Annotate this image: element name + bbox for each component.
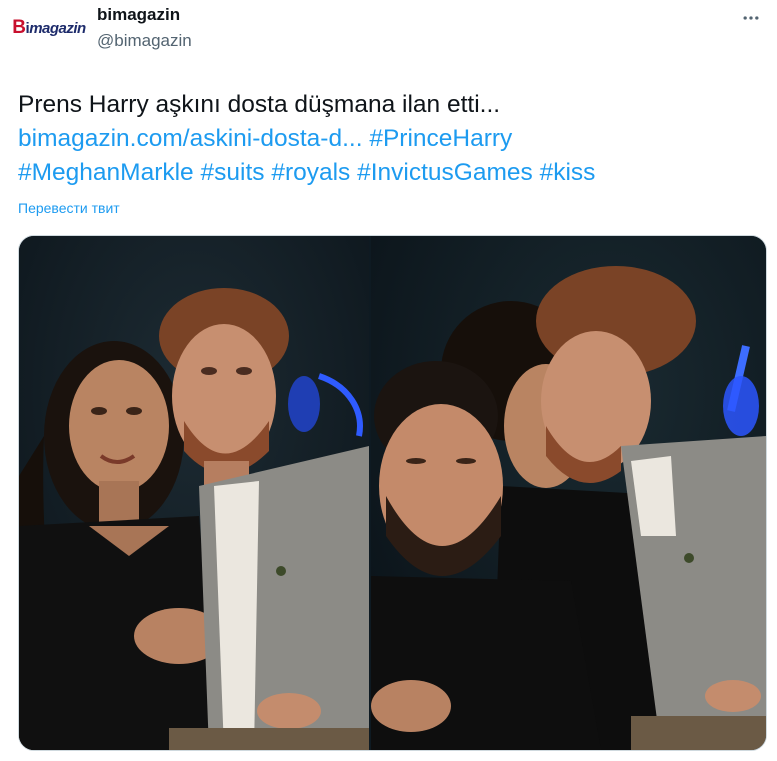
left-photo[interactable] <box>19 236 369 750</box>
translate-tweet-link[interactable]: Перевести твит <box>18 200 120 216</box>
hashtag-link[interactable]: #royals <box>271 159 350 186</box>
author-display-name[interactable]: bimagazin <box>97 5 180 25</box>
tweet-card: Bimagazin bimagazin @bimagazin Prens Har… <box>0 0 777 761</box>
tweet-text-line: Prens Harry aşkını dosta düşmana ilan et… <box>18 91 501 118</box>
tweet-text: Prens Harry aşkını dosta düşmana ilan et… <box>18 88 763 190</box>
media-grid[interactable] <box>18 235 767 751</box>
left-photo-image <box>19 236 369 750</box>
article-link[interactable]: bimagazin.com/askini-dosta-d... <box>18 125 363 152</box>
author-handle[interactable]: @bimagazin <box>97 31 192 51</box>
hashtag-link[interactable]: #kiss <box>540 159 596 186</box>
more-horizontal-icon <box>743 16 759 20</box>
hashtag-link[interactable]: #MeghanMarkle <box>18 159 194 186</box>
more-options-button[interactable] <box>739 6 763 30</box>
bimagazin-logo: Bimagazin <box>12 16 86 38</box>
right-photo[interactable] <box>371 236 766 750</box>
right-photo-image <box>371 236 766 750</box>
hashtag-link[interactable]: #InvictusGames <box>357 159 533 186</box>
hashtag-link[interactable]: #suits <box>201 159 265 186</box>
avatar[interactable]: Bimagazin <box>12 4 86 50</box>
hashtag-link[interactable]: #PrinceHarry <box>369 125 512 152</box>
